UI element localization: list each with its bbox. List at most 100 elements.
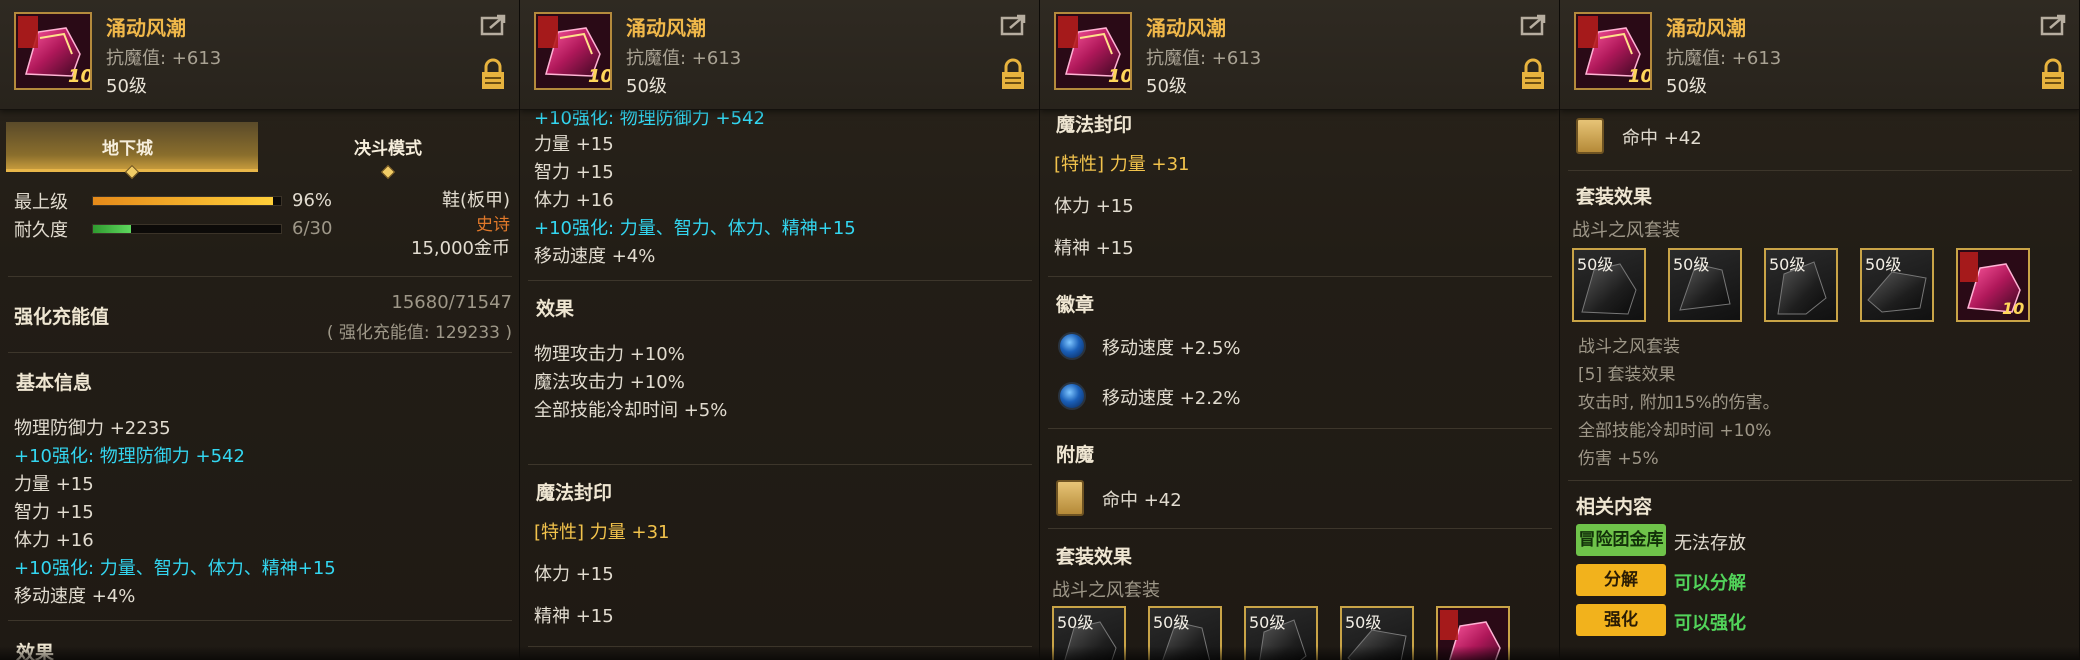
effect-line: 魔法攻击力 +10% xyxy=(534,372,685,393)
set-slot-label: 50级 xyxy=(1769,255,1806,274)
related-text: 可以分解 xyxy=(1674,573,1746,594)
magic-resist-value: 抗魔值: +613 xyxy=(626,48,742,69)
emblem-line: 移动速度 +2.2% xyxy=(1102,388,1241,409)
grade-bar xyxy=(92,196,282,206)
item-name: 涌动风潮 xyxy=(106,16,186,40)
item-tooltip-panel-4: 10 涌动风潮 抗魔值: +613 50级 命中 +42 套装效果 战斗之风套装… xyxy=(1560,0,2080,660)
vault-badge: 冒险团金库 xyxy=(1576,524,1666,556)
svg-text:10: 10 xyxy=(2002,299,2024,318)
divider xyxy=(1048,276,1552,277)
item-icon[interactable]: 10 xyxy=(534,12,612,90)
item-type: 鞋(板甲) xyxy=(441,190,510,211)
set-slot[interactable]: 50级 xyxy=(1340,606,1414,660)
tab-pvp-label[interactable]: 决斗模式 xyxy=(354,134,422,159)
orb-icon xyxy=(1058,332,1086,360)
charge-detail: ( 强化充能值: 129233 ) xyxy=(326,323,512,343)
tab-dungeon-label: 地下城 xyxy=(102,139,153,159)
lock-icon[interactable] xyxy=(2040,58,2066,90)
effect-line: 物理攻击力 +10% xyxy=(534,344,685,365)
set-slot-current[interactable] xyxy=(1436,606,1510,660)
set-slot[interactable]: 50级 xyxy=(1860,248,1934,322)
share-icon[interactable] xyxy=(1000,12,1028,36)
share-icon[interactable] xyxy=(1520,12,1548,36)
related-title: 相关内容 xyxy=(1576,496,1653,518)
related-text: 无法存放 xyxy=(1674,533,1746,554)
set-slot[interactable]: 50级 xyxy=(1764,248,1838,322)
set-slot-label: 50级 xyxy=(1865,255,1902,274)
lock-icon[interactable] xyxy=(480,58,506,90)
disassemble-badge[interactable]: 分解 xyxy=(1576,564,1666,596)
set-slot-label: 50级 xyxy=(1673,255,1710,274)
set-slot-current[interactable]: 10 xyxy=(1956,248,2030,322)
set-slot-label: 50级 xyxy=(1345,613,1382,632)
set-slot[interactable]: 50级 xyxy=(1572,248,1646,322)
stat-line: 力量 +15 xyxy=(534,134,614,155)
share-icon[interactable] xyxy=(2040,12,2068,36)
item-price: 15,000金币 xyxy=(411,238,510,259)
lock-icon[interactable] xyxy=(1000,58,1026,90)
card-icon xyxy=(1056,480,1084,516)
item-name: 涌动风潮 xyxy=(1146,16,1226,40)
item-icon[interactable]: 10 xyxy=(14,12,92,90)
set-slot-label: 50级 xyxy=(1153,613,1190,632)
divider xyxy=(8,620,512,621)
durability-bar-fill xyxy=(93,225,131,233)
effect-line: 全部技能冷却时间 +5% xyxy=(534,400,728,421)
item-level: 50级 xyxy=(626,76,667,97)
item-header: 10 涌动风潮 抗魔值: +613 50级 xyxy=(520,0,1039,110)
svg-text:10: 10 xyxy=(1628,66,1650,87)
seal-title: 魔法封印 xyxy=(1056,114,1133,136)
enhance-badge[interactable]: 强化 xyxy=(1576,604,1666,636)
item-name: 涌动风潮 xyxy=(626,16,706,40)
set-slot[interactable]: 50级 xyxy=(1244,606,1318,660)
enchant-title: 附魔 xyxy=(1056,444,1095,466)
item-rarity: 史诗 xyxy=(476,215,510,235)
enchant-line: 命中 +42 xyxy=(1622,128,1702,149)
magic-resist-value: 抗魔值: +613 xyxy=(106,48,222,69)
set-name: 战斗之风套装 xyxy=(1052,580,1160,601)
seal-line: 体力 +15 xyxy=(534,564,614,585)
lock-icon[interactable] xyxy=(1520,58,1546,90)
item-icon[interactable]: 10 xyxy=(1054,12,1132,90)
seal-trait: [特性] 力量 +31 xyxy=(534,522,670,543)
svg-text:10: 10 xyxy=(588,66,610,87)
stat-line: 力量 +15 xyxy=(14,474,94,495)
seal-line: 精神 +15 xyxy=(1054,238,1134,259)
set-slot[interactable]: 50级 xyxy=(1668,248,1742,322)
set-slot-label: 50级 xyxy=(1057,613,1094,632)
stat-line: 移动速度 +4% xyxy=(14,586,136,607)
seal-trait: [特性] 力量 +31 xyxy=(1054,154,1190,175)
durability-value: 6/30 xyxy=(292,218,333,239)
svg-text:10: 10 xyxy=(68,66,90,87)
share-icon[interactable] xyxy=(480,12,508,36)
set-slot[interactable]: 50级 xyxy=(1148,606,1222,660)
related-text: 可以强化 xyxy=(1674,613,1746,634)
set-slot[interactable]: 50级 xyxy=(1052,606,1126,660)
grade-bar-fill xyxy=(93,197,274,205)
magic-resist-value: 抗魔值: +613 xyxy=(1666,48,1782,69)
divider xyxy=(1568,480,2072,481)
stat-line: 体力 +16 xyxy=(534,190,614,211)
item-header: 10 涌动风潮 抗魔值: +613 50级 xyxy=(0,0,519,110)
stat-line: +10强化: 力量、智力、体力、精神+15 xyxy=(14,558,336,579)
set-desc-count: [5] 套装效果 xyxy=(1578,365,1676,385)
magic-resist-value: 抗魔值: +613 xyxy=(1146,48,1262,69)
seal-line: 精神 +15 xyxy=(534,606,614,627)
item-tooltip-panel-3: 10 涌动风潮 抗魔值: +613 50级 魔法封印 [特性] 力量 +31 体… xyxy=(1040,0,1560,660)
item-icon[interactable]: 10 xyxy=(1574,12,1652,90)
divider xyxy=(1048,528,1552,529)
seal-line: 体力 +15 xyxy=(1054,196,1134,217)
item-level: 50级 xyxy=(106,76,147,97)
item-level: 50级 xyxy=(1666,76,1707,97)
basic-info-title: 基本信息 xyxy=(16,372,93,394)
stat-line: 智力 +15 xyxy=(534,162,614,183)
item-tooltip-panel-2: 10 涌动风潮 抗魔值: +613 50级 +10强化: 物理防御力 +542 … xyxy=(520,0,1040,660)
durability-label: 耐久度 xyxy=(14,220,68,241)
enchant-line: 命中 +42 xyxy=(1102,490,1182,511)
set-slot-label: 50级 xyxy=(1577,255,1614,274)
set-desc-name: 战斗之风套装 xyxy=(1578,337,1680,357)
stat-line: 物理防御力 +2235 xyxy=(14,418,171,439)
effects-title: 效果 xyxy=(536,298,575,320)
emblem-line: 移动速度 +2.5% xyxy=(1102,338,1241,359)
set-desc-line: 攻击时, 附加15%的伤害。 xyxy=(1578,393,1780,413)
